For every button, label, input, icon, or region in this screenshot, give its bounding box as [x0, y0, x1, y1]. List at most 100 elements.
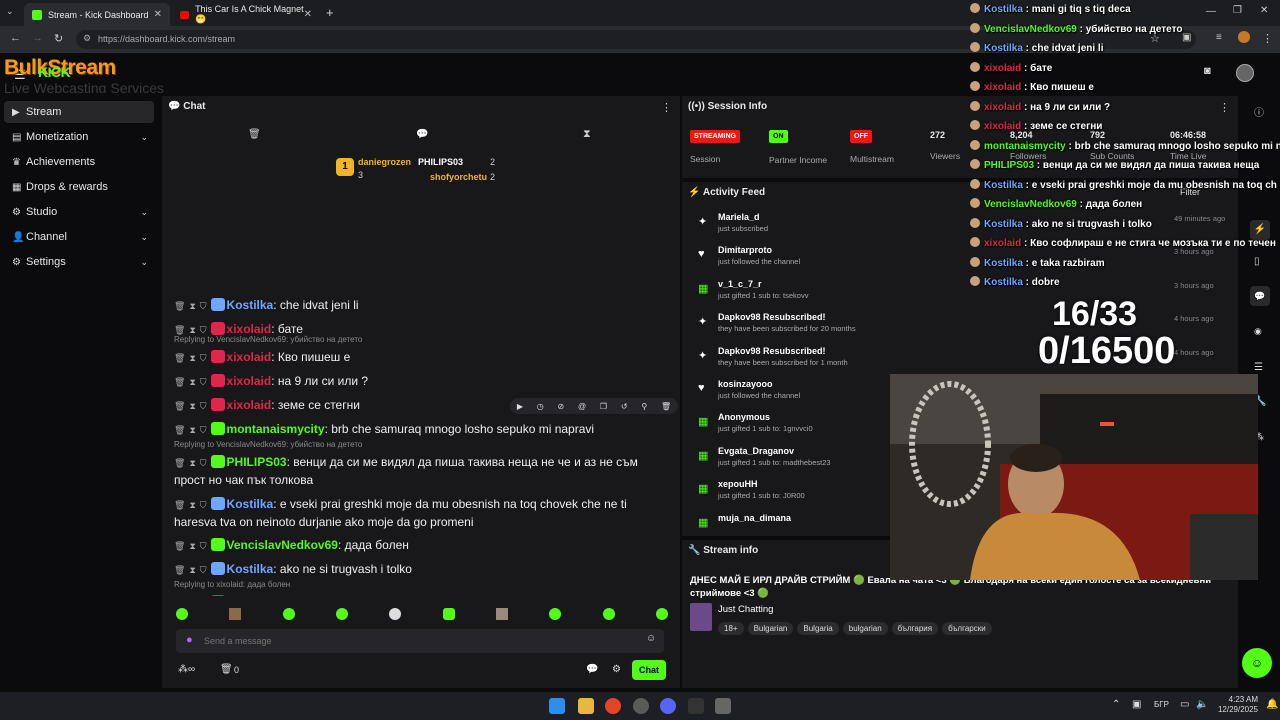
trash-icon[interactable]: 🗑 [248, 129, 261, 140]
ban-icon[interactable]: ⛉ [200, 401, 207, 411]
ban-icon[interactable]: ⛉ [200, 301, 207, 311]
volume-icon[interactable]: 🔈 [1196, 699, 1208, 710]
ban-icon[interactable]: ⛉ [200, 458, 207, 468]
sidebar-item-studio[interactable]: ⚙ Studio ⌄ [4, 201, 154, 223]
trash-icon[interactable]: 🗑 [174, 377, 185, 387]
send-chat-button[interactable]: Chat [632, 660, 666, 680]
activity-item[interactable]: ♥ Dimitarproto just followed the channel 3 … [698, 245, 1214, 266]
activity-item[interactable]: ✦ Dapkov98 Resubscribed! they have been su… [698, 346, 1214, 367]
hourglass-icon[interactable]: ⧗ [189, 458, 195, 468]
chat-username[interactable]: xixolaid [227, 398, 272, 412]
clock[interactable]: 4:23 AM 12/29/2025 [1210, 695, 1258, 715]
trash-icon[interactable]: 🗑 [174, 458, 185, 468]
hourglass-icon[interactable]: ⧗ [189, 301, 195, 311]
trash-icon[interactable]: 🗑 [174, 325, 185, 335]
ban-icon[interactable]: ⛉ [200, 425, 207, 435]
category-name[interactable]: Just Chatting [718, 604, 773, 615]
chat-username[interactable]: PHILIPS03 [227, 455, 287, 469]
ban-icon[interactable]: ⛉ [200, 353, 207, 363]
reload-icon[interactable]: ↻ [54, 32, 63, 45]
partner-income-badge[interactable]: ON [769, 130, 788, 143]
sidebar-item-monetization[interactable]: ▤ Monetization ⌄ [4, 126, 154, 148]
chat-username[interactable]: xixolaid [227, 322, 272, 336]
chat-username[interactable]: xixolaid [227, 595, 272, 596]
trash-icon[interactable]: 🗑 [174, 500, 185, 510]
hourglass-icon[interactable]: ⧗ [583, 128, 591, 141]
activity-item[interactable]: ✦ Mariela_d just subscribed 49 minutes ago [698, 212, 1225, 233]
chat-username[interactable]: VencislavNedkov69 [227, 538, 338, 552]
sidebar-item-drops[interactable]: ▦ Drops & rewards [4, 176, 154, 198]
ban-icon[interactable]: ⛉ [200, 565, 207, 575]
notification-icon[interactable]: 🔔 [1266, 699, 1278, 710]
ban-icon[interactable]: ⛉ [200, 500, 207, 510]
tag[interactable]: Bulgaria [797, 622, 839, 635]
chat-message[interactable]: 🗑 ⧗ ⛉ Kostilka: che idvat jeni li [174, 297, 669, 315]
file-explorer-icon[interactable] [578, 698, 594, 714]
emote-icon[interactable] [602, 608, 615, 620]
tag[interactable]: bulgarian [842, 622, 888, 635]
sidebar-item-stream[interactable]: ▶ Stream [4, 101, 154, 123]
top-chatter-name[interactable]: shofyorchetu [430, 172, 487, 182]
chat-message[interactable]: 🗑 ⧗ ⛉ PHILIPS03: венци да си ме видял да пи… [174, 454, 669, 489]
tag[interactable]: български [942, 622, 992, 635]
start-icon[interactable] [549, 698, 565, 714]
emote-icon[interactable] [176, 608, 188, 620]
emote-icon[interactable] [229, 608, 242, 620]
sidebar-item-channel[interactable]: 👤 Channel ⌄ [4, 226, 154, 248]
multistream-badge[interactable]: OFF [850, 130, 872, 143]
discord-icon[interactable] [660, 698, 676, 714]
chat-message-list[interactable]: 🗑 ⧗ ⛉ Kostilka: che idvat jeni li 🗑 ⧗ ⛉ xixolai… [162, 196, 680, 596]
tray-app-icon[interactable]: ▣ [1132, 699, 1141, 710]
trash-icon[interactable]: 🗑 [174, 425, 185, 435]
browser-tab-active[interactable]: Stream - Kick Dashboard ✕ [24, 3, 170, 26]
broadcast-icon[interactable]: ◉ [1254, 326, 1262, 337]
emote-icon[interactable] [389, 608, 402, 620]
mention-icon[interactable]: @ [578, 402, 586, 411]
activity-item[interactable]: ♥ kosinzayooo just followed the channel [698, 379, 904, 400]
activity-item[interactable]: ▦ xepouHH just gifted 1 sub to: J0R00 [698, 479, 904, 500]
pin-icon[interactable]: ⚲ [641, 402, 647, 411]
new-tab-icon[interactable]: + [326, 5, 334, 20]
chat-bubble-icon[interactable]: 💬 [586, 664, 598, 675]
trash-icon[interactable]: 🗑 [174, 301, 185, 311]
category-thumbnail[interactable] [690, 603, 712, 631]
hourglass-icon[interactable]: ⧗ [189, 500, 195, 510]
chat-message[interactable]: 🗑 ⧗ ⛉ montanaismycity: brb che samuraq mnog… [174, 421, 669, 439]
activity-item[interactable]: ▦ Anonymous just gifted 1 sub to: 1gnvvci0 [698, 412, 904, 433]
hide-icon[interactable]: ⊘ [558, 402, 565, 411]
emote-icon[interactable] [495, 608, 508, 620]
activity-item[interactable]: ▦ muja_na_dimana [698, 513, 904, 529]
clock-icon[interactable]: ◷ [537, 402, 544, 411]
emote-icon[interactable] [335, 608, 348, 620]
hourglass-icon[interactable]: ⧗ [189, 377, 195, 387]
tab-list-chevron-icon[interactable]: ⌄ [6, 6, 14, 17]
network-icon[interactable]: ▭ [1180, 699, 1189, 710]
top-chatter-name[interactable]: PHILIPS03 [418, 157, 463, 167]
list-icon[interactable]: ☰ [1254, 362, 1263, 373]
hourglass-icon[interactable]: ⧗ [189, 401, 195, 411]
delete-icon[interactable]: 🗑 [661, 402, 671, 411]
close-tab-icon[interactable]: ✕ [304, 9, 312, 20]
chat-username[interactable]: xixolaid [227, 374, 272, 388]
chat-username[interactable]: Kostilka [227, 497, 274, 511]
tag[interactable]: Bulgarian [747, 622, 794, 635]
hourglass-icon[interactable]: ⧗ [189, 353, 195, 363]
ban-icon[interactable]: ⛉ [200, 377, 207, 387]
trash-icon[interactable]: 🗑 [174, 353, 185, 363]
browser-tab[interactable]: This Car Is A Chick Magnet😁 ✕ [172, 3, 320, 26]
chat-menu-icon[interactable]: ⋮ [661, 101, 672, 114]
tray-chevron-icon[interactable]: ⌃ [1112, 699, 1120, 710]
obs-icon[interactable] [633, 698, 649, 714]
chat-username[interactable]: xixolaid [227, 350, 272, 364]
ban-icon[interactable]: ⛉ [200, 541, 207, 551]
chat-message[interactable]: 🗑⧗⛉xixolaid: Кво софлираш е не стига че … [174, 594, 669, 596]
emoji-icon[interactable]: ☺ [646, 633, 656, 644]
gear-icon[interactable]: ⚙ [612, 664, 621, 675]
top-chatter-name[interactable]: daniegrozen [358, 157, 411, 167]
close-tab-icon[interactable]: ✕ [154, 9, 162, 20]
emote-icon[interactable] [655, 608, 668, 620]
hourglass-icon[interactable]: ⧗ [189, 425, 195, 435]
terminal-icon[interactable] [688, 698, 704, 714]
play-icon[interactable]: ▶ [517, 402, 523, 411]
chat-username[interactable]: Kostilka [227, 298, 274, 312]
